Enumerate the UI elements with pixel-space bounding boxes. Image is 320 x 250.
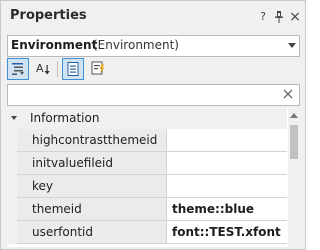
table-row[interactable]: initvaluefileid [7,152,287,175]
close-button[interactable]: × [288,9,302,25]
svg-text:A: A [36,62,44,75]
alphabetical-button[interactable]: A [33,58,55,80]
scroll-up-icon[interactable] [290,113,298,118]
pin-icon [275,11,283,23]
search-input[interactable] [11,86,271,102]
table-row[interactable]: themeid theme::blue [7,198,287,221]
collapse-triangle-icon[interactable] [9,113,19,123]
property-grid: Information highcontrastthemeid initvalu… [7,107,299,247]
property-value[interactable] [167,152,287,175]
categorized-icon [12,63,24,75]
scroll-thumb[interactable] [290,125,298,159]
help-button[interactable]: ? [256,9,270,25]
close-icon[interactable] [281,87,295,101]
toolbar-separator [57,61,58,77]
alphabetical-icon: A [36,62,50,75]
object-selector[interactable]: Environment (Environment) [7,35,300,57]
panel-title: Properties [10,8,87,23]
chevron-down-icon[interactable] [288,43,296,48]
pin-button[interactable] [272,9,286,25]
object-name: Environment [11,38,98,52]
object-type: (Environment) [93,38,179,52]
table-row[interactable]: userfontid font::TEST.xfont [7,221,287,244]
property-value[interactable] [167,175,287,198]
vertical-scrollbar[interactable] [288,107,299,247]
properties-view-button[interactable] [62,58,84,80]
property-name: initvaluefileid [17,152,167,175]
property-name: userfontid [17,221,167,244]
table-row[interactable]: highcontrastthemeid [7,129,287,152]
category-row[interactable]: Information [7,107,287,129]
category-label: Information [30,111,100,125]
property-name: key [17,175,167,198]
properties-panel: Properties ? × Environment (Environment) [0,0,306,250]
property-value[interactable]: font::TEST.xfont [167,221,287,244]
property-value[interactable]: theme::blue [167,198,287,221]
categorized-button[interactable] [7,58,29,80]
property-name: themeid [17,198,167,221]
title-bar: Properties ? × [1,1,305,33]
search-box[interactable] [7,84,300,106]
property-value[interactable] [167,129,287,152]
properties-icon [67,62,79,76]
property-name: highcontrastthemeid [17,129,167,152]
events-icon [91,61,105,75]
property-toolbar: A [7,58,299,80]
events-button[interactable] [88,58,110,80]
table-row[interactable]: key [7,175,287,198]
